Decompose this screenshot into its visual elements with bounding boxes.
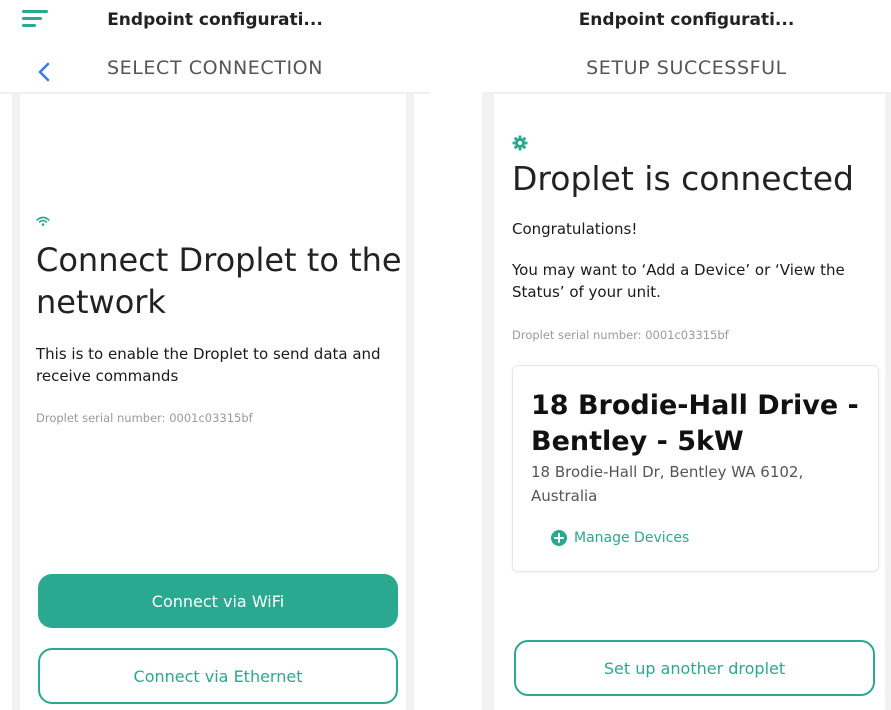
content-card: Droplet is connected Congratulations! Yo… xyxy=(482,94,891,710)
connect-wifi-button[interactable]: Connect via WiFi xyxy=(38,574,398,628)
select-connection-screen: Endpoint configurati... SELECT CONNECTIO… xyxy=(0,0,430,710)
wifi-icon xyxy=(36,216,50,226)
serial-number: Droplet serial number: 0001c03315bf xyxy=(512,328,729,342)
chevron-left-icon[interactable] xyxy=(36,62,52,82)
connect-ethernet-button[interactable]: Connect via Ethernet xyxy=(38,648,398,704)
setup-successful-screen: Endpoint configurati... SETUP SUCCESSFUL… xyxy=(482,0,891,710)
site-address: 18 Brodie-Hall Dr, Bentley WA 6102, Aust… xyxy=(531,463,804,505)
plus-circle-icon xyxy=(551,530,567,546)
topbar-title: Endpoint configurati... xyxy=(578,10,795,30)
site-card: 18 Brodie-Hall Drive - Bentley - 5kW 18 … xyxy=(512,365,879,572)
topbar-title: Endpoint configurati... xyxy=(107,10,323,30)
manage-devices-link[interactable]: Manage Devices xyxy=(551,530,689,546)
hamburger-menu-icon[interactable] xyxy=(22,10,48,28)
next-steps-text: You may want to ‘Add a Device’ or ‘View … xyxy=(512,261,845,301)
cog-icon xyxy=(512,135,528,151)
top-bar: Endpoint configurati... xyxy=(482,0,891,40)
top-bar: Endpoint configurati... xyxy=(0,0,430,40)
content-card: Connect Droplet to the network This is t… xyxy=(12,94,414,710)
manage-devices-label: Manage Devices xyxy=(574,530,690,546)
page-heading: Connect Droplet to the network xyxy=(36,241,402,321)
screen-subtitle: SELECT CONNECTION xyxy=(106,57,324,79)
screen-subtitle: SETUP SUCCESSFUL xyxy=(586,57,787,79)
site-title: 18 Brodie-Hall Drive - Bentley - 5kW xyxy=(531,390,859,457)
description-text: This is to enable the Droplet to send da… xyxy=(36,345,381,385)
screen-subtitle-bar: SELECT CONNECTION xyxy=(0,44,430,94)
serial-number: Droplet serial number: 0001c03315bf xyxy=(36,411,253,425)
page-heading: Droplet is connected xyxy=(512,159,854,198)
setup-another-droplet-button[interactable]: Set up another droplet xyxy=(514,640,875,696)
congratulations-text: Congratulations! xyxy=(512,220,638,238)
screen-subtitle-bar: SETUP SUCCESSFUL xyxy=(482,44,891,94)
